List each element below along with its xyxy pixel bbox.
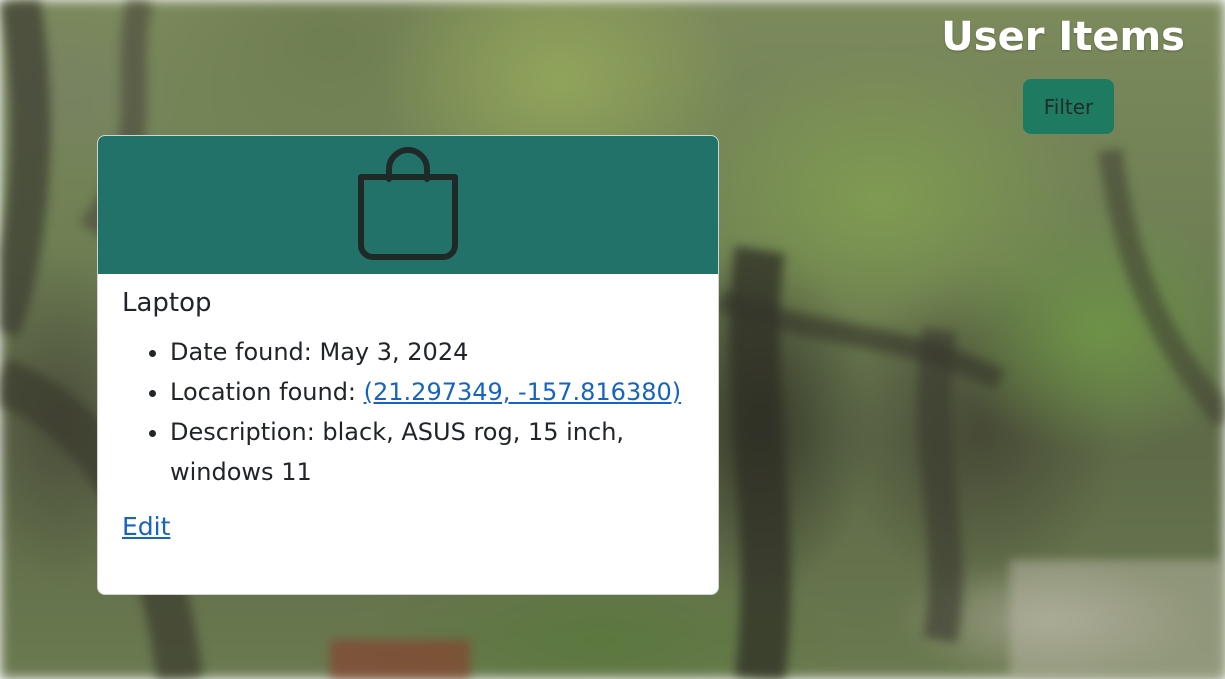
edit-link[interactable]: Edit	[122, 512, 170, 541]
filter-button[interactable]: Filter	[1023, 79, 1114, 134]
page-title: User Items	[941, 14, 1185, 60]
item-card: Laptop Date found: May 3, 2024 Location …	[97, 135, 719, 595]
location-found-item: Location found: (21.297349, -157.816380)	[170, 372, 694, 412]
card-header	[98, 136, 718, 274]
description-label: Description:	[170, 418, 323, 446]
description-item: Description: black, ASUS rog, 15 inch, w…	[170, 412, 694, 492]
shopping-bag-icon	[358, 147, 458, 260]
item-name: Laptop	[122, 288, 212, 318]
item-details-list: Date found: May 3, 2024 Location found: …	[122, 332, 694, 492]
date-found-label: Date found:	[170, 338, 320, 366]
location-link[interactable]: (21.297349, -157.816380)	[364, 378, 681, 406]
date-found-value: May 3, 2024	[319, 338, 469, 366]
location-found-label: Location found:	[170, 378, 364, 406]
card-body: Laptop Date found: May 3, 2024 Location …	[98, 274, 718, 541]
date-found-item: Date found: May 3, 2024	[170, 332, 694, 372]
